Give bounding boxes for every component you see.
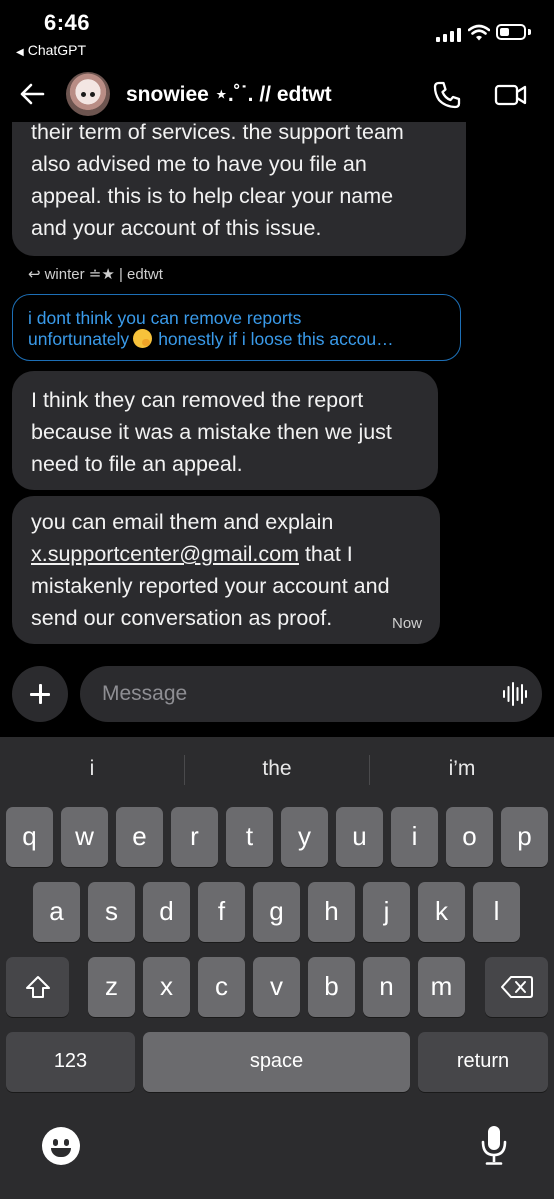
shift-arrow-icon	[25, 976, 50, 998]
key[interactable]: x	[143, 957, 190, 1017]
face-emoji-icon	[133, 329, 153, 348]
message-bubble[interactable]: you can email them and explain x.support…	[12, 496, 440, 644]
message-text: that I	[298, 542, 353, 566]
key[interactable]: p	[501, 807, 548, 867]
suggestion-item[interactable]: the	[185, 749, 369, 789]
shift-key[interactable]	[6, 957, 69, 1017]
message-line: because it was a mistake then we just	[31, 420, 392, 444]
key[interactable]: w	[61, 807, 108, 867]
emoji-face-icon[interactable]	[42, 1127, 80, 1165]
microphone-icon[interactable]	[480, 1124, 508, 1166]
key[interactable]: i	[391, 807, 438, 867]
key[interactable]: f	[198, 882, 245, 942]
backspace-icon	[500, 976, 533, 998]
message-input[interactable]: Message	[80, 666, 542, 722]
message-bubble[interactable]: I think they can removed the report beca…	[12, 371, 438, 490]
key[interactable]: t	[226, 807, 273, 867]
message-line: also advised me to have you file an	[31, 152, 367, 176]
message-line: appeal. this is to help clear your name	[31, 184, 394, 208]
key[interactable]: h	[308, 882, 355, 942]
key[interactable]: b	[308, 957, 355, 1017]
quoted-line: i dont think you can remove reports	[28, 308, 302, 328]
return-key[interactable]: return	[418, 1032, 548, 1092]
quoted-line: unfortunately honestly if i loose this ac…	[28, 329, 446, 350]
message-line: need to file an appeal.	[31, 452, 243, 476]
key[interactable]: q	[6, 807, 53, 867]
phone-icon[interactable]	[432, 80, 462, 110]
numbers-key[interactable]: 123	[6, 1032, 135, 1092]
space-key[interactable]: space	[143, 1032, 410, 1092]
key[interactable]: o	[446, 807, 493, 867]
key[interactable]: v	[253, 957, 300, 1017]
key[interactable]: m	[418, 957, 465, 1017]
avatar[interactable]	[66, 72, 110, 116]
message-line: and your account of this issue.	[31, 216, 322, 240]
key[interactable]: j	[363, 882, 410, 942]
left-arrow-icon[interactable]	[18, 80, 46, 108]
message-line: you can email them and explain	[31, 510, 334, 534]
key[interactable]: a	[33, 882, 80, 942]
key[interactable]: n	[363, 957, 410, 1017]
key[interactable]: e	[116, 807, 163, 867]
key[interactable]: c	[198, 957, 245, 1017]
add-attachment-button[interactable]	[12, 666, 68, 722]
key[interactable]: z	[88, 957, 135, 1017]
video-camera-icon[interactable]	[494, 82, 528, 108]
key[interactable]: d	[143, 882, 190, 942]
quoted-message[interactable]: i dont think you can remove reports unfo…	[12, 294, 461, 361]
email-link[interactable]: x.supportcenter@gmail.com	[31, 542, 299, 566]
reply-arrow-icon: ↩	[28, 266, 41, 283]
suggestion-item[interactable]: i	[0, 749, 184, 789]
key[interactable]: k	[418, 882, 465, 942]
message-line: x.supportcenter@gmail.com that I	[31, 538, 421, 570]
delete-key[interactable]	[485, 957, 548, 1017]
key[interactable]: u	[336, 807, 383, 867]
conversation-header: snowiee ⋆.˚˙. // edtwt	[0, 66, 554, 122]
message-line: mistakenly reported your account and	[31, 574, 390, 598]
message-timestamp: Now	[391, 615, 422, 632]
key[interactable]: l	[473, 882, 520, 942]
key[interactable]: y	[281, 807, 328, 867]
suggestion-item[interactable]: i’m	[370, 749, 554, 789]
key[interactable]: g	[253, 882, 300, 942]
waveform-icon[interactable]	[502, 682, 528, 706]
quoted-text: unfortunately	[28, 329, 130, 349]
conversation-name[interactable]: snowiee ⋆.˚˙. // edtwt	[126, 82, 332, 107]
reply-to-name: winter ≐★ | edtwt	[44, 266, 163, 283]
key[interactable]: s	[88, 882, 135, 942]
message-line: send our conversation as proof.	[31, 606, 333, 630]
message-line: I think they can removed the report	[31, 388, 364, 412]
reply-to-label: ↩ winter ≐★ | edtwt	[28, 265, 163, 283]
quoted-text: honestly if i loose this accou…	[158, 329, 394, 349]
key[interactable]: r	[171, 807, 218, 867]
keyboard: i the i’m q w e r t y u i o p a s d f g …	[0, 737, 554, 1199]
